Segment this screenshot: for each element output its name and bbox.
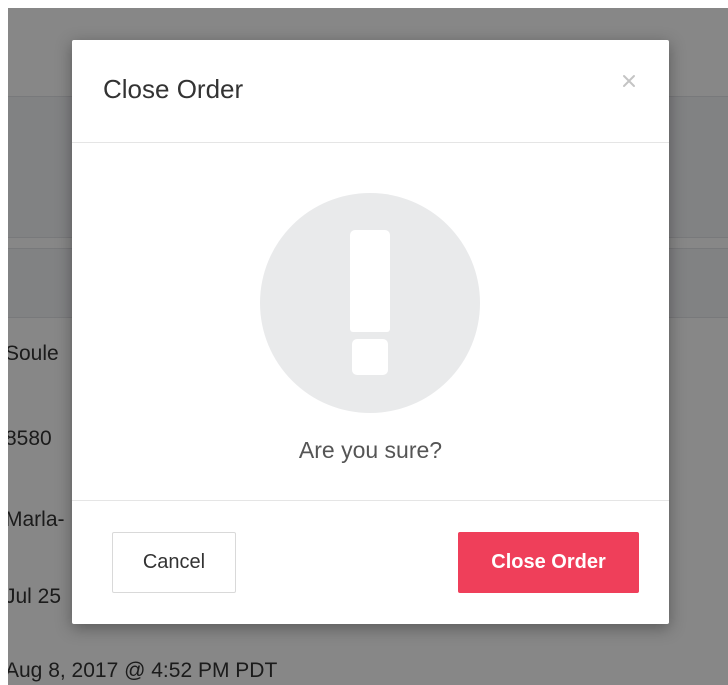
dialog-title: Close Order: [103, 74, 244, 104]
dialog-header: Close Order: [72, 40, 669, 143]
close-order-button[interactable]: Close Order: [458, 532, 639, 593]
exclamation-bar: [350, 230, 390, 332]
close-icon[interactable]: [618, 70, 640, 92]
cancel-button[interactable]: Cancel: [112, 532, 236, 593]
exclamation-circle-icon: [260, 193, 480, 413]
exclamation-dot: [352, 339, 388, 375]
screenshot-margin-top: [0, 0, 728, 8]
confirmation-message: Are you sure?: [298, 437, 443, 463]
close-order-dialog: Close Order Are you sure? Cancel Close O…: [72, 40, 669, 624]
dialog-body: Are you sure?: [72, 143, 669, 499]
screenshot-margin-left: [0, 0, 8, 685]
dialog-footer: Cancel Close Order: [72, 500, 669, 625]
